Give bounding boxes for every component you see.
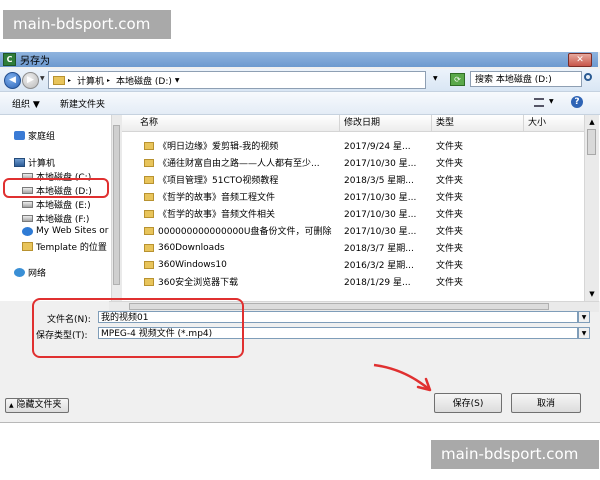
file-row[interactable]: 《项目管理》51CTO视频教程 2018/3/5 星期... 文件夹 <box>122 171 584 188</box>
nav-item-template[interactable]: Template 的位置 <box>22 240 107 253</box>
column-size[interactable]: 大小 <box>524 115 584 131</box>
file-row[interactable]: 《哲学的故事》音频工程文件 2017/10/30 星... 文件夹 <box>122 188 584 205</box>
column-modified[interactable]: 修改日期 <box>340 115 432 131</box>
folder-icon <box>144 175 154 184</box>
nav-item-homegroup[interactable]: 家庭组 <box>14 129 55 142</box>
chevron-right-icon[interactable]: ▸ <box>107 77 110 84</box>
nav-item-drive-f[interactable]: 本地磁盘 (F:) <box>22 212 89 225</box>
address-bar: ◀ ▶ ▼ ▸ 计算机 ▸ 本地磁盘 (D:) ▼ ▼ ⟳ 搜索 本地磁盘 (D… <box>0 69 600 92</box>
folder-icon <box>144 226 154 235</box>
chevron-down-icon[interactable]: ▼ <box>585 287 599 301</box>
nav-item-network[interactable]: 网络 <box>14 266 46 279</box>
search-icon[interactable] <box>584 73 592 81</box>
address-dropdown-icon[interactable]: ▼ <box>433 75 438 82</box>
annotation-arrow <box>373 363 432 392</box>
toolbar: 组织 ▼ 新建文件夹 ▼ ? <box>0 92 600 115</box>
view-dropdown-icon[interactable]: ▼ <box>549 98 554 105</box>
nav-item-my-web-sites[interactable]: My Web Sites or <box>22 226 108 236</box>
chevron-up-icon: ▲ <box>9 402 14 409</box>
navigation-pane: 家庭组 计算机 本地磁盘 (C:) 本地磁盘 (D:) 本地磁盘 (E:) 本地… <box>0 115 122 301</box>
cancel-button[interactable]: 取消 <box>511 393 581 413</box>
nav-item-computer[interactable]: 计算机 <box>14 156 55 169</box>
filetype-dropdown-icon[interactable]: ▼ <box>578 327 590 339</box>
file-list-scrollbar-thumb[interactable] <box>587 129 596 155</box>
file-row[interactable]: 360安全浏览器下载 2018/1/29 星... 文件夹 <box>122 273 584 290</box>
watermark-top: main-bdsport.com <box>3 10 171 39</box>
hide-folders-button[interactable]: ▲ 隐藏文件夹 <box>5 398 69 413</box>
file-list-scrollbar[interactable]: ▲ ▼ <box>584 115 599 301</box>
folder-icon <box>53 75 65 85</box>
app-icon: C <box>3 53 16 66</box>
annotation-form-highlight <box>32 298 244 358</box>
help-icon[interactable]: ? <box>571 96 583 108</box>
folder-icon <box>144 209 154 218</box>
view-options-icon[interactable] <box>534 98 544 107</box>
folder-icon <box>144 192 154 201</box>
chevron-right-icon[interactable]: ▸ <box>68 77 71 84</box>
nav-scrollbar-thumb[interactable] <box>113 125 120 285</box>
file-list: 名称 修改日期 类型 大小 《明日边缘》爱剪辑-我的视频 2017/9/24 星… <box>122 115 600 301</box>
file-row[interactable]: 《明日边缘》爱剪辑-我的视频 2017/9/24 星... 文件夹 <box>122 137 584 154</box>
forward-button[interactable]: ▶ <box>22 72 39 89</box>
annotation-drive-d-highlight <box>3 178 109 198</box>
folder-icon <box>144 277 154 286</box>
network-icon <box>14 268 25 277</box>
organize-menu[interactable]: 组织 ▼ <box>12 97 40 110</box>
file-list-header: 名称 修改日期 类型 大小 <box>122 115 584 132</box>
title-bar: C 另存为 ✕ <box>0 52 598 67</box>
file-row[interactable]: 《哲学的故事》音频文件相关 2017/10/30 星... 文件夹 <box>122 205 584 222</box>
folder-icon <box>144 243 154 252</box>
nav-scrollbar[interactable] <box>111 115 122 301</box>
web-sites-icon <box>22 226 33 236</box>
back-button[interactable]: ◀ <box>4 72 21 89</box>
file-row[interactable]: 360Downloads 2018/3/7 星期... 文件夹 <box>122 239 584 256</box>
folder-icon <box>22 242 33 251</box>
file-row[interactable]: 《通往财富自由之路——人人都有至少... 2017/10/30 星... 文件夹 <box>122 154 584 171</box>
breadcrumb-drive-d[interactable]: 本地磁盘 (D:) <box>116 74 172 87</box>
column-name[interactable]: 名称 <box>122 115 340 131</box>
refresh-icon[interactable]: ⟳ <box>450 73 465 86</box>
breadcrumb-computer[interactable]: 计算机 <box>77 74 104 87</box>
filename-dropdown-icon[interactable]: ▼ <box>578 311 590 323</box>
dialog-title: 另存为 <box>20 56 50 67</box>
drive-icon <box>22 215 33 222</box>
close-button[interactable]: ✕ <box>568 53 592 67</box>
file-row[interactable]: 360Windows10 2016/3/2 星期... 文件夹 <box>122 256 584 273</box>
folder-icon <box>144 158 154 167</box>
save-as-dialog: C 另存为 ✕ ◀ ▶ ▼ ▸ 计算机 ▸ 本地磁盘 (D:) ▼ ▼ ⟳ 搜索… <box>0 52 600 423</box>
watermark-bottom: main-bdsport.com <box>431 440 599 469</box>
chevron-up-icon[interactable]: ▲ <box>585 115 599 129</box>
search-input[interactable]: 搜索 本地磁盘 (D:) <box>470 71 582 87</box>
save-button[interactable]: 保存(S) <box>434 393 502 413</box>
history-dropdown-icon[interactable]: ▼ <box>40 75 45 82</box>
nav-item-drive-e[interactable]: 本地磁盘 (E:) <box>22 198 91 211</box>
drive-icon <box>22 201 33 208</box>
file-row[interactable]: 000000000000000U盘备份文件，可删除 2017/10/30 星..… <box>122 222 584 239</box>
column-type[interactable]: 类型 <box>432 115 524 131</box>
folder-icon <box>144 141 154 150</box>
address-box[interactable]: ▸ 计算机 ▸ 本地磁盘 (D:) ▼ <box>48 71 426 89</box>
homegroup-icon <box>14 131 25 140</box>
folder-icon <box>144 260 154 269</box>
computer-icon <box>14 158 25 167</box>
new-folder-button[interactable]: 新建文件夹 <box>60 97 105 110</box>
chevron-down-icon[interactable]: ▼ <box>175 77 180 84</box>
